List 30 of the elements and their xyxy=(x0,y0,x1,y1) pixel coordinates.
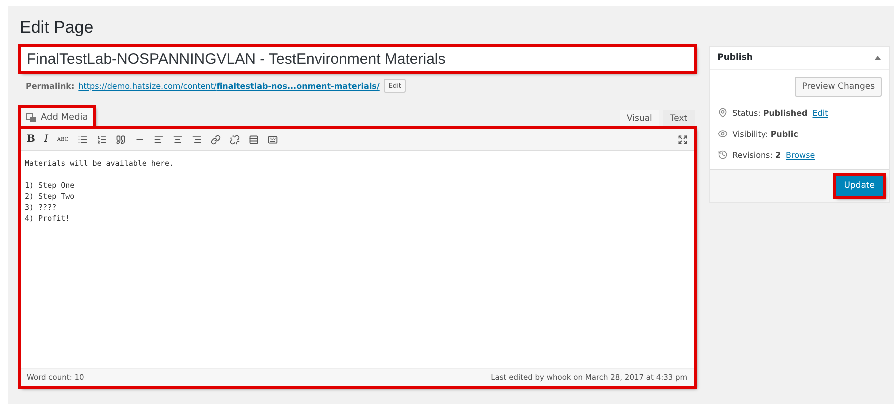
publish-info: Visibility: Public xyxy=(732,130,798,138)
align-right-icon[interactable] xyxy=(192,134,202,144)
publish-info: Status: Published xyxy=(732,108,808,118)
link-icon[interactable] xyxy=(210,134,221,144)
keyboard-icon[interactable] xyxy=(268,134,278,144)
format-button[interactable]: B xyxy=(27,134,36,145)
unlink-icon[interactable] xyxy=(230,134,240,144)
publish-link[interactable]: Browse xyxy=(786,150,816,160)
align-center-icon[interactable] xyxy=(172,134,183,144)
publish-title: Publish xyxy=(718,53,753,63)
media-icon xyxy=(26,112,37,122)
pin-icon xyxy=(718,108,728,118)
add-media-button[interactable]: Add Media xyxy=(20,107,94,128)
permalink-link[interactable]: https://demo.hatsize.com/content/finaltestlab-nos...onment-materials/ xyxy=(78,82,380,90)
title-field[interactable]: FinalTestLab-NOSPANNINGVLAN - TestEnvironment Materials xyxy=(20,46,695,72)
permalink-label: Permalink: xyxy=(26,82,75,90)
align-left-icon[interactable] xyxy=(154,134,164,144)
eye-icon xyxy=(718,129,728,139)
rows-icon[interactable] xyxy=(248,134,259,144)
preview-button[interactable]: Preview Changes xyxy=(795,77,882,97)
publish-info: Revisions: 2 xyxy=(732,150,782,160)
history-icon xyxy=(718,150,728,160)
page-title: Edit Page xyxy=(20,18,95,38)
fullscreen-icon[interactable] xyxy=(678,134,688,144)
publish-link[interactable]: Edit xyxy=(812,108,828,118)
numbered-list-icon[interactable] xyxy=(96,134,107,144)
update-button[interactable]: Update xyxy=(835,175,884,197)
quote-icon[interactable] xyxy=(116,134,126,144)
collapse-icon[interactable] xyxy=(875,56,881,60)
format-button[interactable]: I xyxy=(44,134,48,145)
